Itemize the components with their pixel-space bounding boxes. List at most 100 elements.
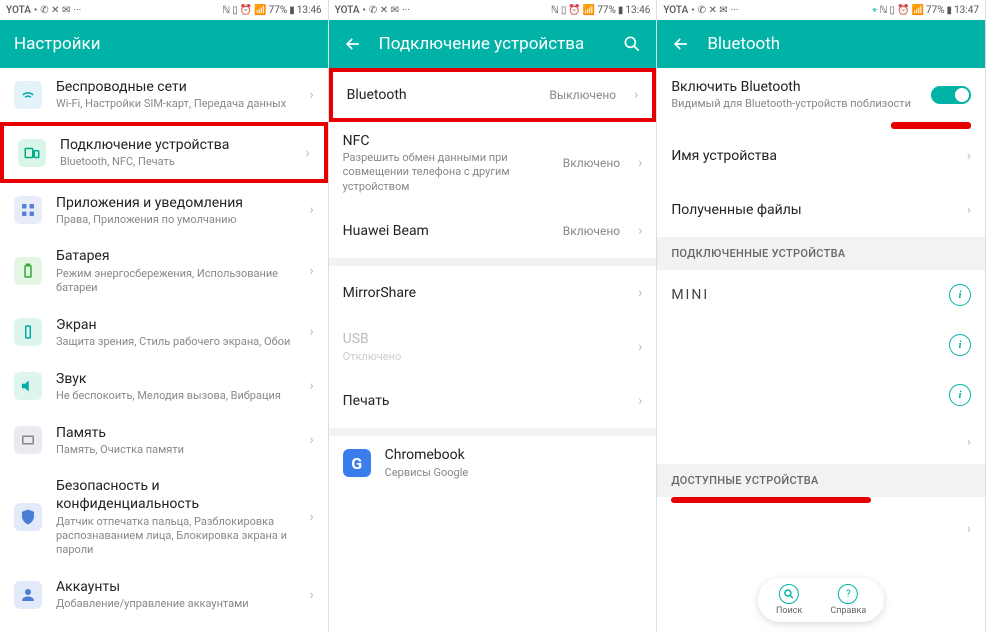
signal-icon: 📶 [912, 5, 924, 16]
signal-icon: 📶 [583, 5, 595, 16]
row-device-name[interactable]: Имя устройства › [657, 129, 985, 183]
row-title: Аккаунты [56, 578, 295, 596]
wifi-icon [14, 81, 42, 109]
device-name: MINI [671, 287, 709, 303]
battery-pct: 77% [926, 5, 945, 16]
chromebook-icon: G [343, 449, 371, 477]
chevron-right-icon: › [638, 393, 642, 409]
row-title: Беспроводные сети [56, 78, 295, 96]
row-print[interactable]: Печать › [329, 374, 657, 428]
phone-settings: YOTA • ✆ ✕ ✉ ··· ℕ ▯ ⏰ 📶 77% ▮ 13:46 Нас… [0, 0, 329, 632]
fab-help[interactable]: ? Справка [830, 584, 866, 616]
fab-label: Справка [830, 606, 866, 616]
section-connected: ПОДКЛЮЧЕННЫЕ УСТРОЙСТВА [657, 237, 985, 270]
row-title: Печать [343, 392, 624, 410]
highlight-underline [671, 497, 871, 503]
nfc-icon: ℕ [551, 5, 559, 16]
vibrate-icon: ▯ [561, 5, 567, 16]
page-title: Подключение устройства [379, 34, 607, 54]
row-sub: Добавление/управление аккаунтами [56, 597, 295, 611]
row-accounts[interactable]: Аккаунты Добавление/управление аккаунтам… [0, 568, 328, 622]
bluetooth-status-icon: ⌖ [872, 5, 878, 16]
info-icon[interactable]: i [949, 284, 971, 306]
row-sub: Режим энергосбережения, Использование ба… [56, 267, 295, 296]
row-sub: Отключено [343, 350, 624, 364]
alarm-icon: ⏰ [240, 5, 252, 16]
bluetooth-content: Включить Bluetooth Видимый для Bluetooth… [657, 68, 985, 632]
toggle-switch[interactable] [931, 86, 971, 104]
chevron-right-icon: › [309, 87, 313, 103]
search-button[interactable] [622, 34, 642, 54]
row-huawei-beam[interactable]: Huawei Beam Включено › [329, 204, 657, 258]
row-mirrorshare[interactable]: MirrorShare › [329, 266, 657, 320]
battery-icon: ▮ [947, 5, 953, 16]
row-storage[interactable]: Память Память, Очистка памяти › [0, 413, 328, 467]
status-bar: YOTA • ✆ ✕ ✉ ··· ℕ ▯ ⏰ 📶 77% ▮ 13:46 [0, 0, 328, 20]
more-icon: ··· [73, 5, 81, 16]
row-sub: Wi-Fi, Настройки SIM-карт, Передача данн… [56, 97, 295, 111]
vibrate-icon: ▯ [232, 5, 238, 16]
dot-icon: • [691, 5, 694, 16]
row-title: Батарея [56, 247, 295, 265]
header: Настройки [0, 20, 328, 68]
chevron-right-icon: › [967, 521, 971, 537]
more-icon: ··· [731, 5, 739, 16]
chevron-right-icon: › [309, 263, 313, 279]
row-title: NFC [343, 132, 549, 150]
row-sub: Защита зрения, Стиль рабочего экрана, Об… [56, 335, 295, 349]
chevron-right-icon: › [309, 587, 313, 603]
row-received-files[interactable]: Полученные файлы › [657, 183, 985, 237]
back-button[interactable] [671, 34, 691, 54]
device-item[interactable]: › [657, 507, 985, 551]
fab-search[interactable]: Поиск [776, 584, 802, 616]
section-available: ДОСТУПНЫЕ УСТРОЙСТВА [657, 464, 985, 497]
nfc-icon: ℕ [880, 5, 888, 16]
storage-icon [14, 426, 42, 454]
device-item[interactable]: i [657, 320, 985, 370]
battery-pct: 77% [597, 5, 616, 16]
battery-icon: ▮ [289, 5, 295, 16]
status-icons-left: ✆ ✕ ✉ [40, 5, 70, 16]
row-apps[interactable]: Приложения и уведомления Права, Приложен… [0, 183, 328, 237]
highlight-underline [891, 122, 971, 129]
clock: 13:46 [625, 5, 650, 16]
chevron-right-icon: › [309, 378, 313, 394]
row-nfc[interactable]: NFC Разрешить обмен данными при совмещен… [329, 122, 657, 204]
info-icon[interactable]: i [949, 384, 971, 406]
battery-icon [14, 257, 42, 285]
dot-icon: • [363, 5, 366, 16]
row-sub: Память, Очистка памяти [56, 443, 295, 457]
row-display[interactable]: Экран Защита зрения, Стиль рабочего экра… [0, 305, 328, 359]
row-sub: Датчик отпечатка пальца, Разблокировка р… [56, 515, 295, 558]
back-button[interactable] [343, 34, 363, 54]
chevron-right-icon: › [309, 509, 313, 525]
device-item[interactable]: i [657, 370, 985, 420]
row-chromebook[interactable]: G Chromebook Сервисы Google [329, 436, 657, 490]
row-bluetooth[interactable]: Bluetooth Выключено › [329, 68, 657, 122]
row-battery[interactable]: Батарея Режим энергосбережения, Использо… [0, 237, 328, 305]
chevron-right-icon: › [967, 202, 971, 218]
row-wireless[interactable]: Беспроводные сети Wi-Fi, Настройки SIM-к… [0, 68, 328, 122]
shield-icon [14, 503, 42, 531]
signal-icon: 📶 [254, 5, 266, 16]
row-sub: Разрешить обмен данными при совмещении т… [343, 151, 549, 194]
device-item[interactable]: › [657, 420, 985, 464]
chevron-right-icon: › [309, 202, 313, 218]
row-sound[interactable]: Звук Не беспокоить, Мелодия вызова, Вибр… [0, 359, 328, 413]
row-device-connection[interactable]: Подключение устройства Bluetooth, NFC, П… [0, 122, 328, 183]
status-icons-left: ✆ ✕ ✉ [369, 5, 399, 16]
info-icon[interactable]: i [949, 334, 971, 356]
clock: 13:47 [954, 5, 979, 16]
device-item[interactable]: MINI i [657, 270, 985, 320]
row-title: Bluetooth [347, 86, 536, 104]
row-title: MirrorShare [343, 284, 624, 302]
alarm-icon: ⏰ [568, 5, 580, 16]
row-title: Экран [56, 316, 295, 334]
sound-icon [14, 372, 42, 400]
chevron-right-icon: › [967, 148, 971, 164]
row-enable-bluetooth[interactable]: Включить Bluetooth Видимый для Bluetooth… [657, 68, 985, 122]
nfc-icon: ℕ [222, 5, 230, 16]
section-gap [329, 258, 657, 266]
row-security[interactable]: Безопасность и конфиденциальность Датчик… [0, 467, 328, 567]
row-title: Подключение устройства [60, 136, 291, 154]
